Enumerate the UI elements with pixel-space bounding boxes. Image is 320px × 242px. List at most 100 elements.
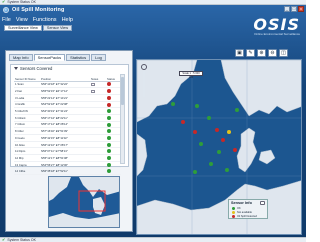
- legend-item-spill: Oil Spill Detected: [229, 214, 267, 218]
- sensor-marker[interactable]: [217, 150, 221, 154]
- sensors-header-label: Sensors Covered: [20, 66, 53, 71]
- sensor-marker[interactable]: [171, 102, 175, 106]
- table-row[interactable]: 6 Cilrant N56°17'44" E8°22'11": [14, 114, 121, 122]
- minimize-button[interactable]: _: [284, 6, 290, 12]
- table-row[interactable]: 8 Cilier N57°16'40" E9°51'09": [14, 127, 121, 135]
- sensor-name: 14 Cilbe: [14, 167, 40, 176]
- zoom-slider[interactable]: [143, 71, 145, 97]
- save-icon[interactable]: ▣: [235, 49, 244, 57]
- sensor-note[interactable]: [90, 101, 106, 109]
- table-row[interactable]: 11 Dipro N56°07'11" E7°58'13": [14, 147, 121, 156]
- sensor-marker[interactable]: [221, 138, 225, 142]
- sensor-marker[interactable]: [193, 170, 197, 174]
- sensor-marker[interactable]: [181, 120, 185, 124]
- sensor-note[interactable]: [90, 167, 106, 176]
- tab-sensorpacks[interactable]: SensorPacks: [33, 54, 66, 61]
- status-dot-icon: [107, 89, 111, 94]
- sensor-marker[interactable]: [199, 142, 203, 146]
- sensor-note[interactable]: [90, 127, 106, 135]
- legend-toggle-button[interactable]: [260, 201, 265, 205]
- sensor-name: 6 Cilrant: [14, 114, 40, 122]
- tab-sensor-view[interactable]: Sensor View: [42, 25, 73, 31]
- menu-functions[interactable]: Functions: [33, 17, 57, 23]
- table-row[interactable]: 12 Mip N55°12'17" E8°51'08": [14, 154, 121, 162]
- table-row[interactable]: 13 Capra N54°56'27" E8°12'06": [14, 161, 121, 169]
- sensor-marker[interactable]: [209, 162, 213, 166]
- table-row[interactable]: 14 Cilbe N56°35'18" E7°52'11": [14, 167, 121, 176]
- legend-label: OK: [237, 206, 241, 210]
- sensor-name: 11 Dipro: [14, 147, 40, 156]
- sensor-status: [106, 114, 121, 122]
- zoom-out-icon[interactable]: ⊖: [268, 49, 277, 57]
- sensor-note[interactable]: [90, 141, 106, 149]
- note-checkbox[interactable]: [91, 89, 95, 94]
- tab-log[interactable]: Log: [91, 54, 106, 61]
- alarm-dot-icon: [232, 214, 235, 218]
- table-row[interactable]: 5 Cilio/ON N54°30'19" E7°31'24": [14, 107, 121, 115]
- status-dot-icon: [107, 95, 111, 100]
- sensor-marker[interactable]: [225, 168, 229, 172]
- sensor-note[interactable]: [90, 134, 106, 142]
- sensor-note[interactable]: [90, 147, 106, 156]
- sensors-table: Sensor ID Name Position Notes Status 1 S…: [14, 73, 121, 176]
- menu-view[interactable]: View: [16, 17, 28, 23]
- sensor-note[interactable]: [90, 107, 106, 115]
- sensor-status: [106, 134, 121, 142]
- sensor-marker[interactable]: [233, 148, 237, 152]
- sensor-note[interactable]: [90, 87, 106, 95]
- col-status[interactable]: Status: [106, 73, 121, 82]
- status-dot-icon: [107, 129, 111, 134]
- sensor-note[interactable]: [90, 161, 106, 169]
- maximize-button[interactable]: □: [291, 6, 297, 12]
- close-button[interactable]: x: [298, 6, 304, 12]
- sensor-note[interactable]: [90, 154, 106, 162]
- sensor-marker[interactable]: [227, 130, 231, 134]
- tab-surveillance-view[interactable]: Surveillance View: [4, 25, 42, 31]
- table-row[interactable]: 9 Ceelo N55°42'15" E8°11'02": [14, 134, 121, 142]
- scrollbar-thumb[interactable]: [121, 77, 124, 105]
- sensor-marker[interactable]: [193, 130, 197, 134]
- table-row[interactable]: 4 Grafik N54°52'18" E7°22'08": [14, 101, 121, 109]
- layers-icon[interactable]: ◫: [279, 49, 288, 57]
- sensor-position: N57°16'40" E9°51'09": [40, 127, 90, 135]
- note-checkbox[interactable]: [91, 82, 95, 87]
- sensor-name: 10 Aliso: [14, 141, 40, 149]
- sensor-marker[interactable]: [215, 128, 219, 132]
- sensor-note[interactable]: [90, 114, 106, 122]
- main-map[interactable]: Scale 1 : 5 000 000 Sensor Info OK Not a…: [136, 59, 302, 235]
- col-sensor-id[interactable]: Sensor ID Name: [14, 73, 40, 82]
- table-row[interactable]: 10 Aliso N56°12'10" E7°28'17": [14, 141, 121, 149]
- sensor-note[interactable]: [90, 94, 106, 102]
- sensor-panel: Map Info SensorPacks Statistics Log Sens…: [5, 50, 133, 232]
- sensors-scrollbar[interactable]: [120, 74, 125, 164]
- sensor-note[interactable]: [90, 121, 106, 129]
- sensor-marker[interactable]: [207, 116, 211, 120]
- zoom-navigator[interactable]: [141, 64, 147, 100]
- sensor-marker[interactable]: [195, 104, 199, 108]
- table-row[interactable]: 2 Fan N55°52'15" E6°17'12": [14, 87, 121, 95]
- table-row[interactable]: 1 Scan N56°10'18" E7°32'22": [14, 81, 121, 89]
- status-text: System Status OK: [7, 238, 36, 242]
- table-row[interactable]: 7 Cilium N55°17'12" E8°28'14": [14, 121, 121, 129]
- sensor-position: N54°56'27" E8°12'06": [40, 161, 90, 169]
- edit-icon[interactable]: ✎: [246, 49, 255, 57]
- warning-dot-icon: [232, 210, 235, 214]
- sensor-status: [106, 167, 121, 176]
- zoom-in-icon[interactable]: ⊕: [257, 49, 266, 57]
- col-notes[interactable]: Notes: [90, 73, 106, 82]
- sensor-status: [106, 94, 121, 102]
- col-position[interactable]: Position: [40, 73, 90, 82]
- menu-help[interactable]: Help: [62, 17, 73, 23]
- sensor-marker[interactable]: [235, 108, 239, 112]
- tab-map-info[interactable]: Map Info: [9, 54, 33, 61]
- menu-bar: File View Functions Help: [2, 16, 73, 24]
- overview-minimap[interactable]: [48, 176, 120, 228]
- sensor-note[interactable]: [90, 81, 106, 89]
- check-icon: ✔: [2, 237, 6, 242]
- pan-knob-icon[interactable]: [141, 64, 147, 70]
- menu-file[interactable]: File: [2, 17, 11, 23]
- sensors-header[interactable]: Sensors Covered: [14, 66, 52, 71]
- table-row[interactable]: 3 Lodia N55°22'14" E7°14'21": [14, 94, 121, 102]
- tab-statistics[interactable]: Statistics: [66, 54, 91, 61]
- sensor-status: [106, 81, 121, 89]
